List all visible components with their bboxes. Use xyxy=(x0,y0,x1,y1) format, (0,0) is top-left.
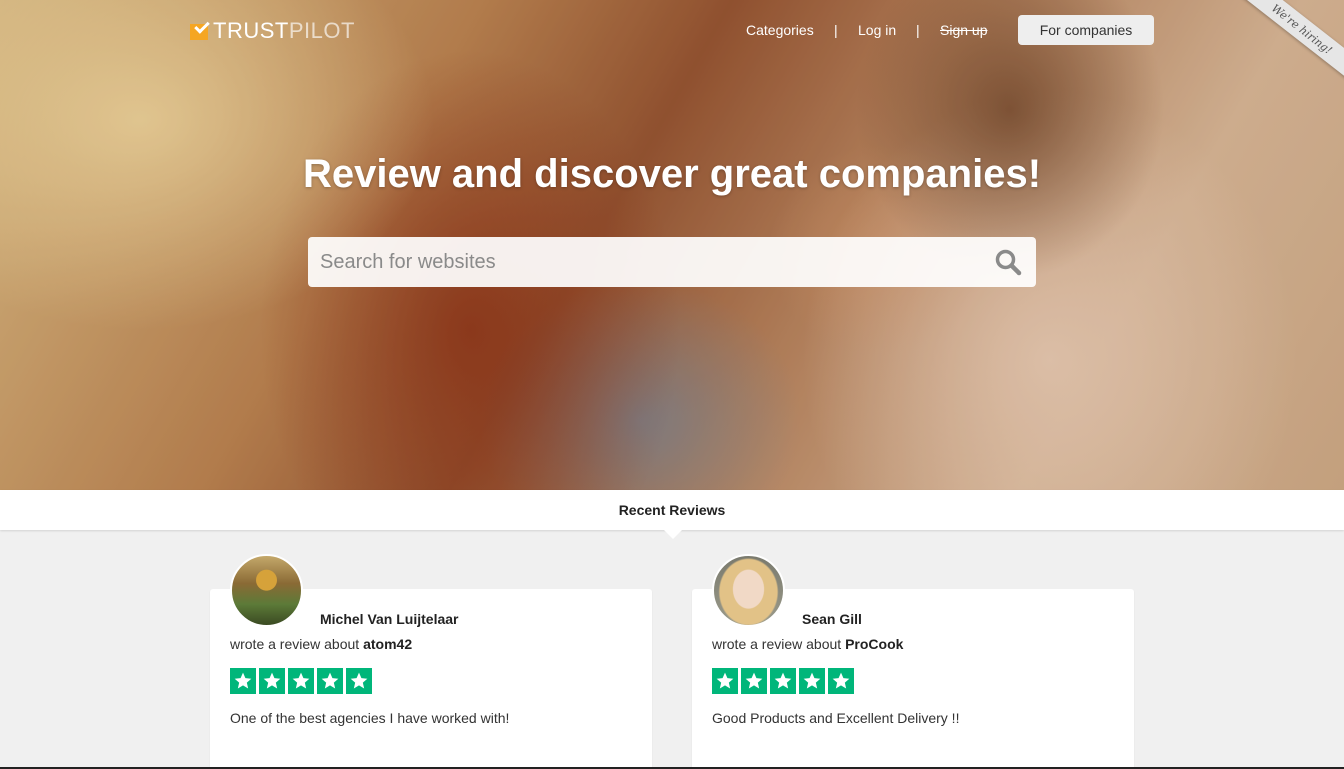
search-bar xyxy=(308,237,1036,287)
star-icon xyxy=(230,668,256,694)
nav-categories-link[interactable]: Categories xyxy=(746,22,814,38)
star-icon xyxy=(799,668,825,694)
review-card[interactable]: Sean Gill wrote a review about ProCook G… xyxy=(692,554,1134,769)
review-about: wrote a review about atom42 xyxy=(230,636,413,652)
review-card[interactable]: Michel Van Luijtelaar wrote a review abo… xyxy=(210,554,652,769)
hero-banner: TRUSTPILOT Categories | Log in | Sign up… xyxy=(0,0,1344,490)
recent-reviews-bar: Recent Reviews xyxy=(0,490,1344,530)
reviewer-name[interactable]: Sean Gill xyxy=(802,611,862,627)
company-link[interactable]: ProCook xyxy=(845,636,903,652)
reviewer-name[interactable]: Michel Van Luijtelaar xyxy=(320,611,459,627)
avatar[interactable] xyxy=(230,554,303,627)
for-companies-button[interactable]: For companies xyxy=(1018,15,1154,45)
star-icon xyxy=(259,668,285,694)
star-rating xyxy=(230,668,372,694)
nav-login-link[interactable]: Log in xyxy=(858,22,896,38)
trustpilot-logo[interactable]: TRUSTPILOT xyxy=(190,18,355,43)
star-icon xyxy=(317,668,343,694)
star-icon xyxy=(828,668,854,694)
nav-signup-link[interactable]: Sign up xyxy=(940,22,987,38)
star-icon xyxy=(288,668,314,694)
star-icon xyxy=(770,668,796,694)
logo-icon xyxy=(190,18,210,40)
nav-separator: | xyxy=(916,22,920,38)
star-icon xyxy=(346,668,372,694)
star-rating xyxy=(712,668,854,694)
recent-reviews-pointer xyxy=(664,530,682,539)
review-about: wrote a review about ProCook xyxy=(712,636,904,652)
avatar[interactable] xyxy=(712,554,785,627)
search-icon[interactable] xyxy=(994,248,1022,276)
nav-separator: | xyxy=(834,22,838,38)
company-link[interactable]: atom42 xyxy=(363,636,412,652)
review-text: Good Products and Excellent Delivery !! xyxy=(712,710,960,726)
hero-headline: Review and discover great companies! xyxy=(302,152,1042,196)
star-icon xyxy=(741,668,767,694)
search-input[interactable] xyxy=(308,237,994,287)
star-icon xyxy=(712,668,738,694)
recent-reviews-title: Recent Reviews xyxy=(618,502,726,518)
review-text: One of the best agencies I have worked w… xyxy=(230,710,510,726)
logo-text: TRUSTPILOT xyxy=(213,18,355,43)
